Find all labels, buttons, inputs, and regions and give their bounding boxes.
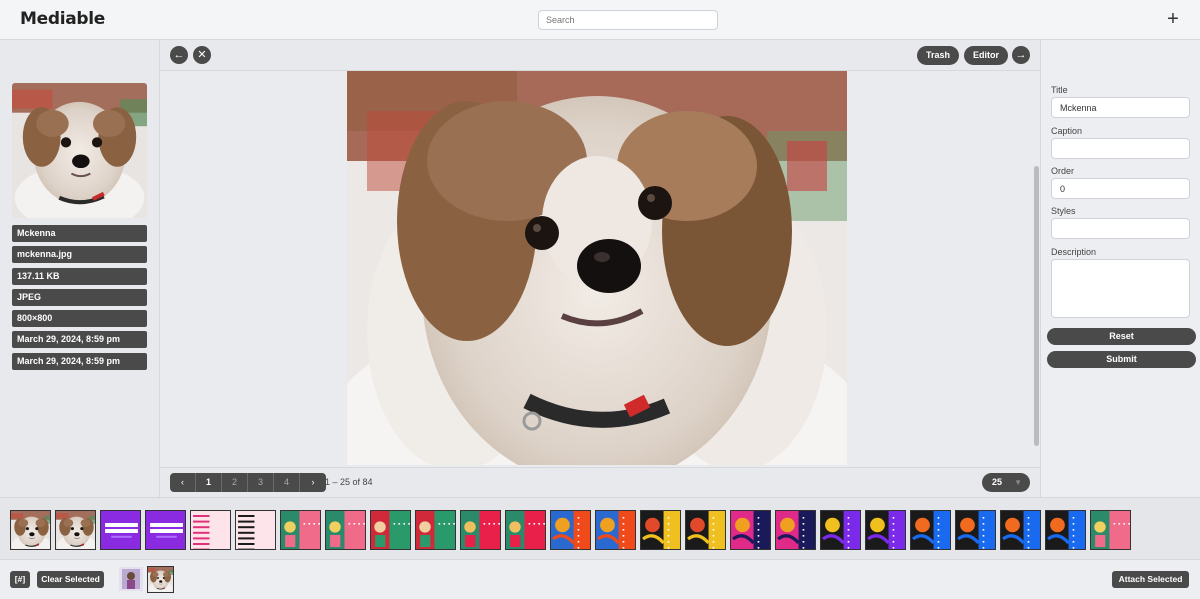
media-thumbnail[interactable] bbox=[820, 510, 861, 550]
add-icon[interactable]: + bbox=[1163, 7, 1183, 31]
per-page-select[interactable]: 25 ▼ bbox=[982, 473, 1030, 492]
styles-label: Styles bbox=[1051, 206, 1076, 216]
per-page-value: 25 bbox=[992, 477, 1003, 487]
app-header: Mediable + bbox=[0, 0, 1200, 40]
selection-bar: [#] Clear Selected Attach Selected bbox=[0, 560, 1200, 599]
meta-dimensions: 800×800 bbox=[12, 310, 147, 328]
description-field[interactable] bbox=[1051, 259, 1190, 318]
edit-panel: Title Caption Order Styles Description R… bbox=[1040, 40, 1200, 497]
media-strip bbox=[0, 497, 1200, 560]
media-thumbnail[interactable] bbox=[1000, 510, 1041, 550]
order-field[interactable] bbox=[1051, 178, 1190, 199]
caption-label: Caption bbox=[1051, 126, 1083, 136]
main-image bbox=[347, 71, 847, 465]
media-thumbnail[interactable] bbox=[325, 510, 366, 550]
viewer-scrollbar[interactable] bbox=[1034, 166, 1039, 446]
submit-button[interactable]: Submit bbox=[1047, 351, 1196, 368]
media-thumbnail[interactable] bbox=[865, 510, 906, 550]
media-thumbnail[interactable] bbox=[955, 510, 996, 550]
page-button-1[interactable]: 1 bbox=[196, 473, 222, 492]
reset-button[interactable]: Reset bbox=[1047, 328, 1196, 345]
arrow-left-icon[interactable]: ← bbox=[170, 46, 188, 64]
media-thumbnail[interactable] bbox=[55, 510, 96, 550]
chevron-down-icon: ▼ bbox=[1014, 478, 1022, 487]
meta-title: Mckenna bbox=[12, 225, 147, 242]
media-thumbnail[interactable] bbox=[190, 510, 231, 550]
meta-created: March 29, 2024, 8:59 pm bbox=[12, 331, 147, 349]
media-thumbnail[interactable] bbox=[1045, 510, 1086, 550]
page-range-info: 1 – 25 of 84 bbox=[325, 477, 373, 487]
trash-button[interactable]: Trash bbox=[917, 46, 959, 65]
next-page-button[interactable]: › bbox=[300, 473, 326, 492]
attach-selected-button[interactable]: Attach Selected bbox=[1112, 571, 1189, 588]
styles-field[interactable] bbox=[1051, 218, 1190, 239]
description-label: Description bbox=[1051, 247, 1097, 257]
app-logo: Mediable bbox=[20, 9, 106, 29]
prev-page-button[interactable]: ‹ bbox=[170, 473, 196, 492]
media-thumbnail[interactable] bbox=[370, 510, 411, 550]
preview-thumbnail bbox=[12, 83, 147, 218]
page-button-2[interactable]: 2 bbox=[222, 473, 248, 492]
pagination: ‹ 1 2 3 4 › bbox=[170, 473, 326, 492]
selected-thumbnail[interactable] bbox=[119, 567, 143, 591]
meta-filesize: 137.11 KB bbox=[12, 267, 147, 285]
clear-selected-button[interactable]: Clear Selected bbox=[37, 571, 104, 588]
media-thumbnail[interactable] bbox=[595, 510, 636, 550]
count-button[interactable]: [#] bbox=[10, 571, 30, 588]
page-button-3[interactable]: 3 bbox=[248, 473, 274, 492]
media-thumbnail[interactable] bbox=[685, 510, 726, 550]
file-meta-list: Mckenna mckenna.jpg 137.11 KB JPEG 800×8… bbox=[12, 225, 147, 374]
media-thumbnail[interactable] bbox=[730, 510, 771, 550]
meta-filename: mckenna.jpg bbox=[12, 246, 147, 264]
viewer-toolbar: ← ✕ Trash Editor → bbox=[160, 40, 1040, 71]
media-thumbnail[interactable] bbox=[775, 510, 816, 550]
media-thumbnail[interactable] bbox=[145, 510, 186, 550]
media-thumbnail[interactable] bbox=[505, 510, 546, 550]
file-info-panel: Mckenna mckenna.jpg 137.11 KB JPEG 800×8… bbox=[0, 40, 160, 497]
media-thumbnail[interactable] bbox=[10, 510, 51, 550]
close-icon[interactable]: ✕ bbox=[193, 46, 211, 64]
editor-button[interactable]: Editor bbox=[964, 46, 1008, 65]
image-viewer bbox=[160, 71, 1040, 467]
title-field[interactable] bbox=[1051, 97, 1190, 118]
media-thumbnail[interactable] bbox=[415, 510, 456, 550]
search-input[interactable] bbox=[538, 10, 718, 30]
order-label: Order bbox=[1051, 166, 1075, 176]
media-thumbnail[interactable] bbox=[235, 510, 276, 550]
media-thumbnail[interactable] bbox=[640, 510, 681, 550]
media-thumbnail[interactable] bbox=[100, 510, 141, 550]
selected-thumbnail[interactable] bbox=[147, 566, 174, 593]
title-label: Title bbox=[1051, 85, 1068, 95]
media-thumbnail[interactable] bbox=[460, 510, 501, 550]
page-button-4[interactable]: 4 bbox=[274, 473, 300, 492]
media-thumbnail[interactable] bbox=[280, 510, 321, 550]
media-thumbnail[interactable] bbox=[550, 510, 591, 550]
meta-updated: March 29, 2024, 8:59 pm bbox=[12, 352, 147, 370]
meta-filetype: JPEG bbox=[12, 288, 147, 306]
arrow-right-icon[interactable]: → bbox=[1012, 46, 1030, 64]
media-thumbnail[interactable] bbox=[1090, 510, 1131, 550]
caption-field[interactable] bbox=[1051, 138, 1190, 159]
pagination-bar: ‹ 1 2 3 4 › 1 – 25 of 84 25 ▼ bbox=[160, 467, 1040, 497]
media-thumbnail[interactable] bbox=[910, 510, 951, 550]
